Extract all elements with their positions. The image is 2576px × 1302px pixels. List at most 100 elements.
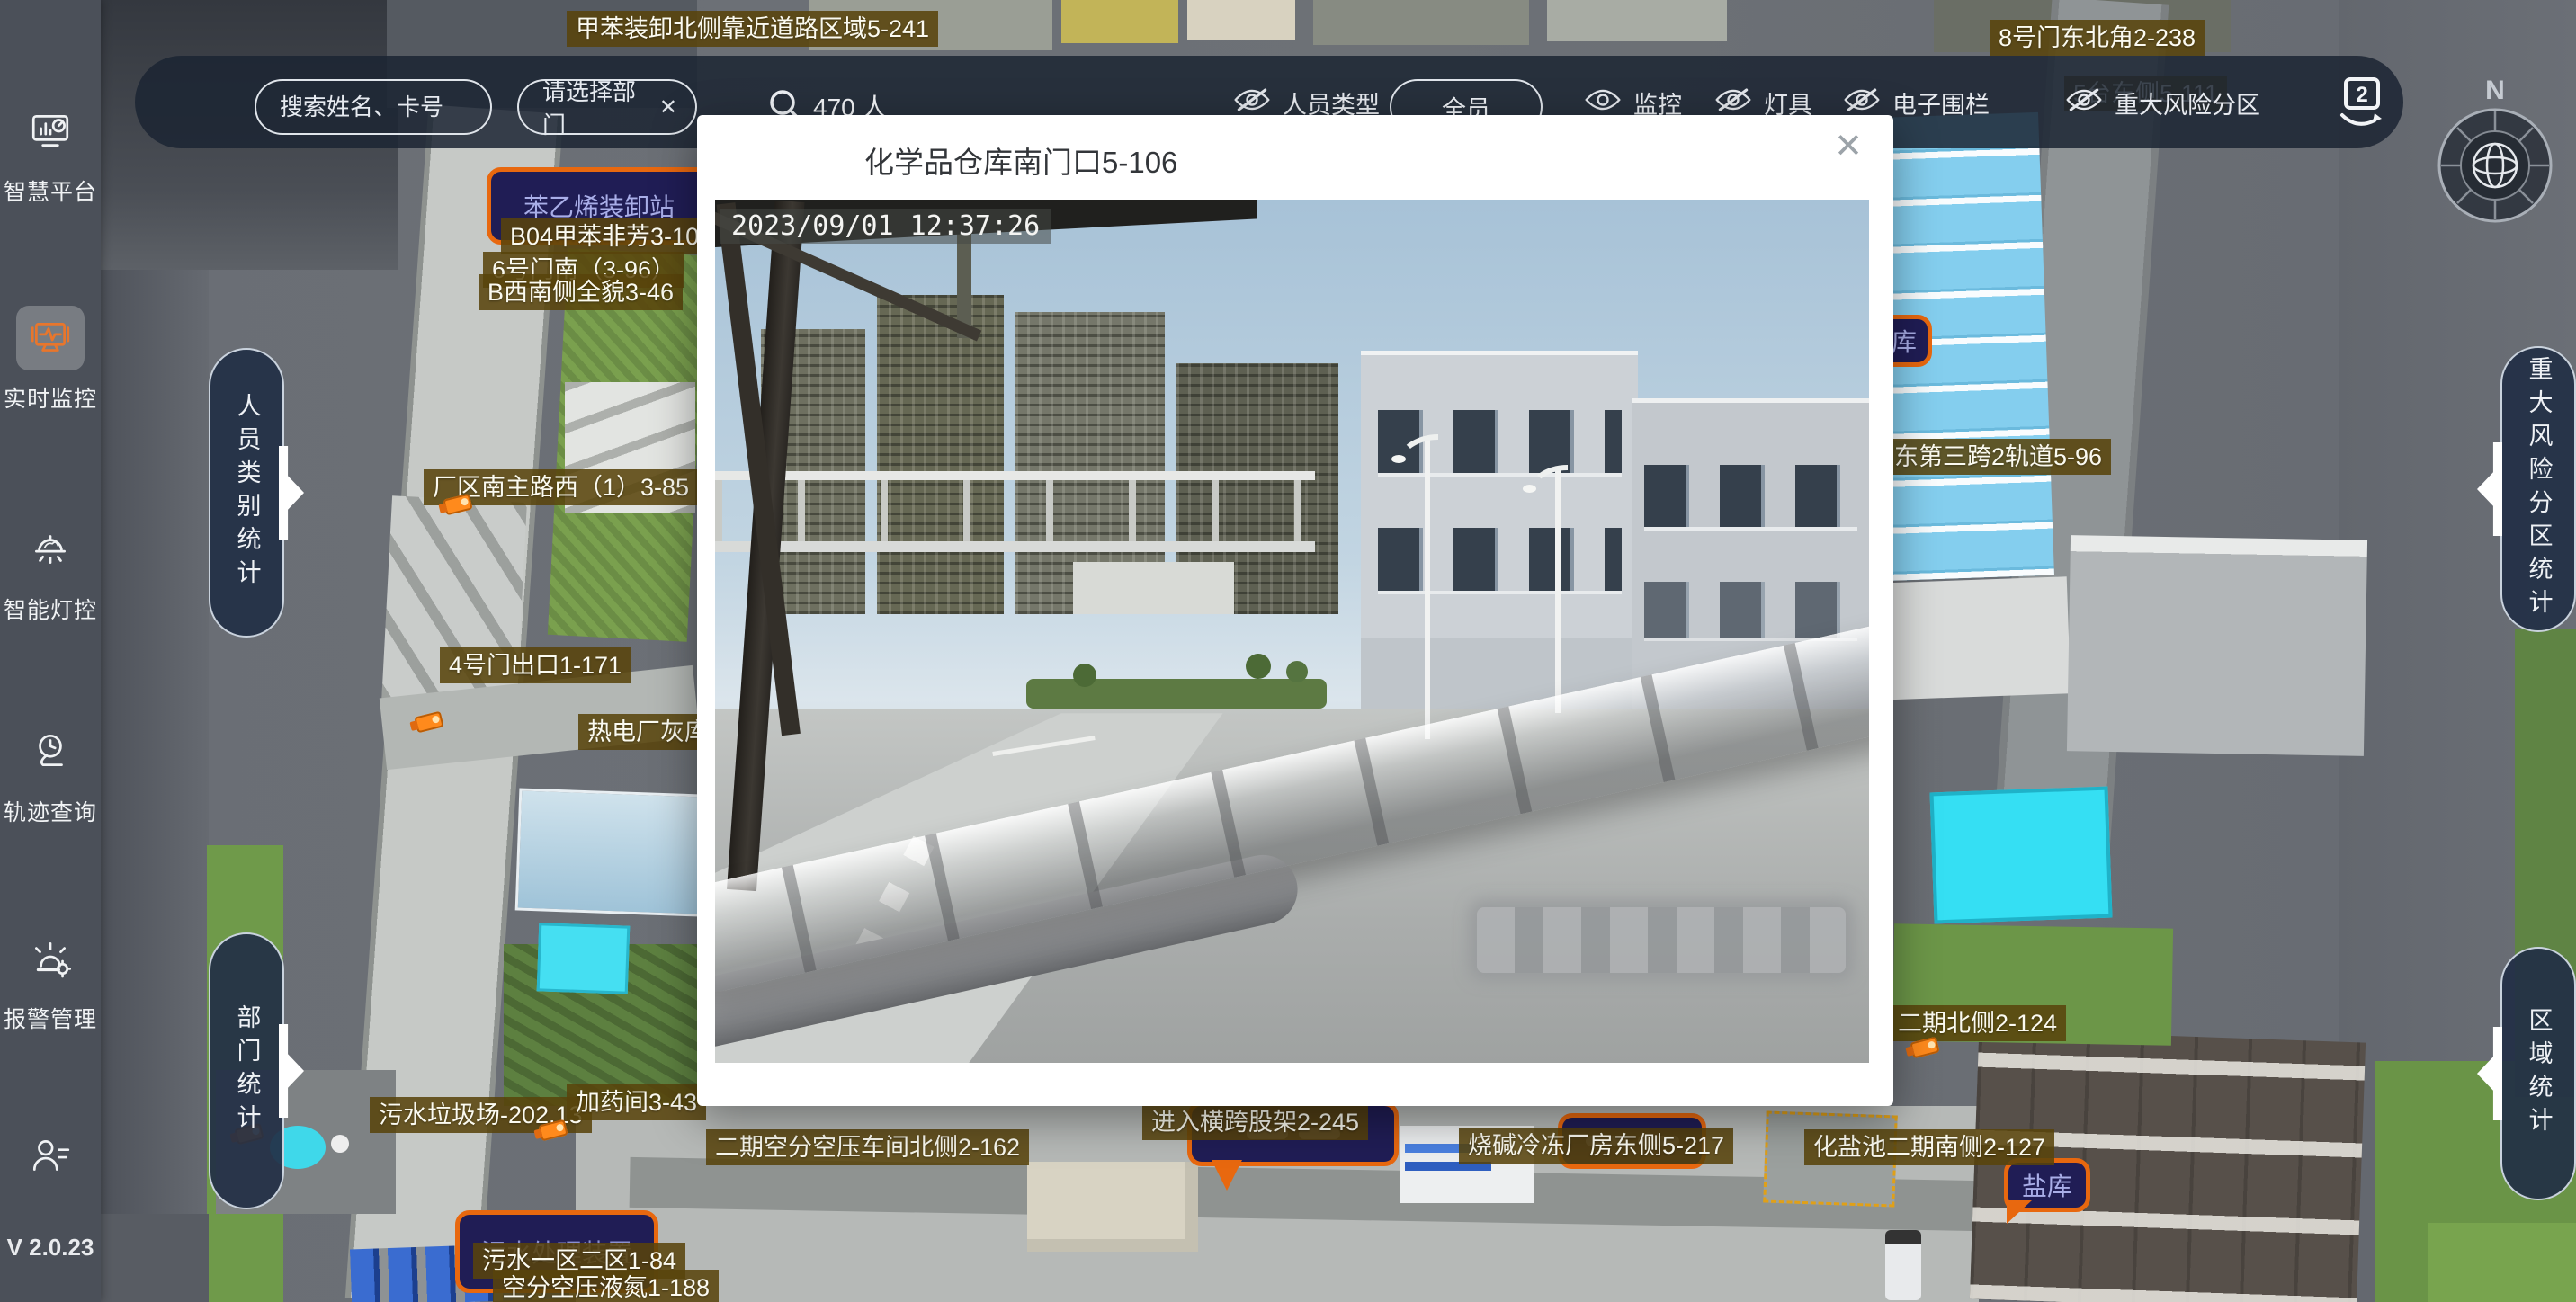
department-select-value: 请选择部门 <box>519 74 659 140</box>
layer-toggle-重大风险分区[interactable]: 重大风险分区 <box>2064 85 2260 121</box>
map-label[interactable]: 化盐池二期南侧2-127 <box>1804 1129 2054 1165</box>
sidebar-item-智慧平台[interactable]: 智慧平台 <box>0 99 101 207</box>
camera-timestamp: 2023/09/01 12:37:26 <box>720 209 1051 244</box>
camera-scene-element <box>1555 468 1561 714</box>
map-label-text: 8号门东北角2-238 <box>1999 24 2196 51</box>
side-tab-区域统计[interactable]: 区域统计 <box>2500 947 2576 1200</box>
camera-scene-element <box>1523 485 1536 493</box>
sidebar-item-实时监控[interactable]: 实时监控 <box>0 306 101 414</box>
close-icon[interactable]: ✕ <box>1834 129 1863 164</box>
camera-scene-element <box>1391 455 1406 463</box>
compass[interactable]: N <box>2434 76 2556 234</box>
map-shape <box>1061 0 1178 43</box>
map-shape <box>1187 0 1295 40</box>
map-shape <box>331 1135 349 1153</box>
side-tab-重大风险分区统计[interactable]: 重大风险分区统计 <box>2500 346 2576 632</box>
sidebar-item-person-list[interactable] <box>0 1124 101 1189</box>
sidebar-item-报警管理[interactable]: 报警管理 <box>0 926 101 1034</box>
compass-north-label: N <box>2434 76 2556 106</box>
side-tab-label: 部门统计 <box>235 1004 259 1137</box>
map-label-text: B04甲苯非芳3-10 <box>510 223 699 250</box>
map-label-text: 化盐池二期南侧2-127 <box>1813 1134 2045 1161</box>
sidebar-item-label: 报警管理 <box>0 1002 101 1034</box>
camera-scene-element <box>1286 661 1308 682</box>
map-shape <box>2067 535 2367 756</box>
sidebar: 智慧平台实时监控智能灯控轨迹查询报警管理 V 2.0.23 <box>0 0 101 1302</box>
map-label-text: B西南侧全貌3-46 <box>487 279 674 306</box>
camera-scene-element <box>1073 562 1235 614</box>
realtime-monitor-icon <box>16 306 85 370</box>
map-shape <box>1313 0 1529 45</box>
map-label-text: 进入横跨股架2-245 <box>1151 1109 1359 1136</box>
side-tab-label: 人员类别统计 <box>235 393 259 593</box>
app-version: V 2.0.23 <box>0 1234 101 1262</box>
camera-feed-image: 2023/09/01 12:37:26 <box>715 200 1869 1063</box>
sidebar-item-label: 智能灯控 <box>0 593 101 625</box>
side-tab-label: 区域统计 <box>2527 1007 2551 1140</box>
side-tab-部门统计[interactable]: 部门统计 <box>209 932 284 1209</box>
eye-off-icon <box>2064 85 2115 121</box>
map-label[interactable]: B西南侧全貌3-46 <box>479 274 683 310</box>
map-label[interactable]: 二期空分空压车间北侧2-162 <box>706 1129 1029 1165</box>
search-input[interactable] <box>256 94 490 121</box>
map-label-text: 二期空分空压车间北侧2-162 <box>715 1134 1020 1161</box>
map-label-text: 烧碱冷冻厂房东侧5-217 <box>1468 1132 1724 1159</box>
sidebar-item-label: 实时监控 <box>0 381 101 414</box>
sidebar-item-label: 智慧平台 <box>0 174 101 207</box>
sidebar-item-轨迹查询[interactable]: 轨迹查询 <box>0 719 101 827</box>
camera-scene-element <box>1425 437 1430 739</box>
search-pill[interactable] <box>255 79 492 135</box>
map-label[interactable]: 二期北侧2-124 <box>1889 1005 2066 1041</box>
map-shape <box>1930 787 2113 924</box>
map-label-text: 厂区南主路西（1）3-85 <box>433 474 689 501</box>
side-tab-label: 重大风险分区统计 <box>2527 356 2551 622</box>
map-label-text: 甲苯装卸北侧靠近道路区域5-241 <box>576 15 929 42</box>
camera-scene-element <box>877 295 1004 614</box>
map-label[interactable]: 烧碱冷冻厂房东侧5-217 <box>1459 1128 1733 1164</box>
layer-toggle-label: 电子围栏 <box>1892 85 1990 120</box>
smart-park-app: 苯乙烯装卸站污水处理装置盐库库甲苯装卸北侧靠近道路区域5-2418号门东北角2-… <box>0 0 2576 1302</box>
modal-title: 化学品仓库南门口5-106 <box>864 138 1177 182</box>
map-shape <box>1027 1162 1198 1252</box>
person-list-icon <box>16 1124 85 1189</box>
sidebar-item-智能灯控[interactable]: 智能灯控 <box>0 517 101 625</box>
map-label-text: 4号门出口1-171 <box>449 652 622 679</box>
department-select[interactable]: 请选择部门 ✕ <box>517 79 697 135</box>
map-label[interactable]: 盐库 <box>2004 1158 2090 1212</box>
svg-text:2: 2 <box>2356 83 2367 107</box>
map-shape <box>1547 0 1727 41</box>
map-label[interactable]: 加药间3-43 <box>567 1084 706 1120</box>
camera-scene-element <box>715 471 1315 551</box>
map-shape <box>537 923 631 994</box>
side-tab-人员类别统计[interactable]: 人员类别统计 <box>209 348 284 638</box>
camera-scene-element <box>1026 679 1327 709</box>
view-2d-icon[interactable]: 2 <box>2335 74 2387 133</box>
map-label-text: 库 <box>1892 323 1917 359</box>
map-label-text: 东第三跨2轨道5-96 <box>1894 443 2102 470</box>
map-label-text: 空分空压液氮1-188 <box>502 1274 710 1301</box>
map-label-text: 二期北侧2-124 <box>1898 1010 2057 1037</box>
map-label[interactable]: 甲苯装卸北侧靠近道路区域5-241 <box>567 11 938 47</box>
layer-toggle-label: 重大风险分区 <box>2115 85 2260 120</box>
map-shape <box>1885 1230 1921 1300</box>
camera-scene-element <box>1378 528 1622 594</box>
alarm-manage-icon <box>16 926 85 991</box>
map-shape <box>2428 1223 2576 1302</box>
map-shape <box>515 788 705 916</box>
camera-scene-element <box>1246 654 1271 679</box>
camera-modal: 化学品仓库南门口5-106 ✕ <box>697 115 1893 1106</box>
map-shape <box>101 270 209 1302</box>
map-label[interactable]: 空分空压液氮1-188 <box>493 1270 719 1302</box>
map-label[interactable]: 4号门出口1-171 <box>440 647 631 683</box>
map-label-text: 热电厂灰库 <box>587 718 709 745</box>
map-label-text: 盐库 <box>2022 1167 2072 1203</box>
map-shape <box>1874 576 2071 700</box>
trajectory-query-icon <box>16 719 85 784</box>
map-label[interactable]: B04甲苯非芳3-10 <box>501 218 708 254</box>
clear-icon[interactable]: ✕ <box>659 94 695 120</box>
map-shape <box>101 1214 209 1302</box>
map-label[interactable]: 进入横跨股架2-245 <box>1142 1104 1368 1140</box>
map-label[interactable]: 东第三跨2轨道5-96 <box>1885 439 2111 475</box>
map-label[interactable]: 8号门东北角2-238 <box>1990 20 2205 56</box>
smart-light-icon <box>16 517 85 582</box>
